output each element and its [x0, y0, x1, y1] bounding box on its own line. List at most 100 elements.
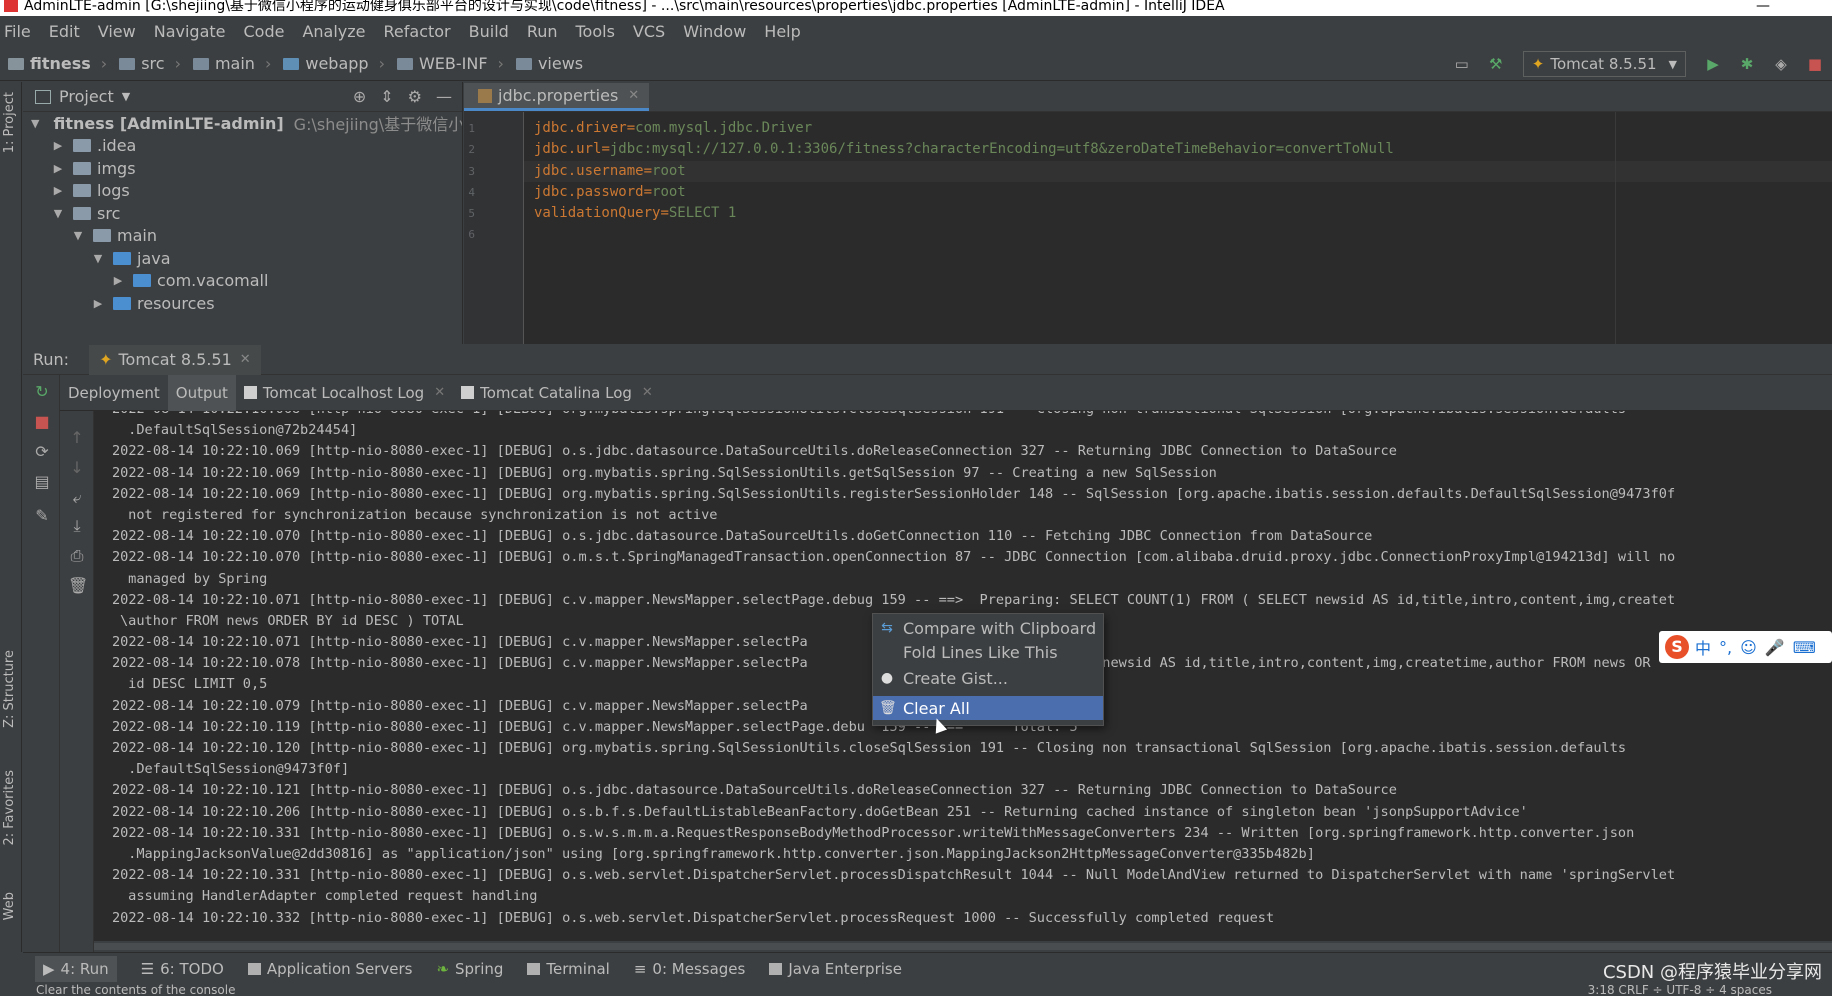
breadcrumb-main[interactable]: main ›	[192, 54, 271, 73]
menu-item-clear-all[interactable]: 🗑 Clear All	[873, 696, 1103, 720]
menu-code[interactable]: Code	[244, 22, 285, 41]
tree-item[interactable]: ▼ java	[23, 247, 462, 270]
menu-file[interactable]: File	[4, 22, 31, 41]
close-icon[interactable]: ✕	[628, 88, 639, 103]
menu-run[interactable]: Run	[527, 22, 558, 41]
tree-item[interactable]: ▶ .idea	[23, 135, 462, 158]
minimize-button[interactable]: —	[1748, 0, 1778, 13]
tool-button-spring[interactable]: ❧ Spring	[436, 960, 503, 978]
menu-edit[interactable]: Edit	[49, 22, 80, 41]
menu-build[interactable]: Build	[469, 22, 509, 41]
chevron-right-icon[interactable]: ▶	[51, 162, 65, 175]
chevron-down-icon[interactable]: ▼	[31, 117, 39, 130]
arrow-up-icon[interactable]: ↑	[68, 429, 86, 447]
ime-microphone-icon[interactable]: 🎤	[1765, 638, 1785, 657]
ime-keyboard-icon[interactable]: ⌨	[1793, 638, 1816, 657]
stop-icon[interactable]: ■	[33, 413, 51, 431]
tree-item[interactable]: ▶ imgs	[23, 157, 462, 180]
tool-button-java-enterprise[interactable]: Java Enterprise	[769, 960, 902, 978]
breadcrumb-src[interactable]: src ›	[119, 54, 181, 73]
web-tool-button[interactable]: Web	[2, 892, 17, 920]
chevron-down-icon[interactable]: ▼	[51, 207, 65, 220]
coverage-icon[interactable]: ◈	[1770, 53, 1792, 75]
close-icon[interactable]: ✕	[434, 385, 445, 400]
menu-analyze[interactable]: Analyze	[302, 22, 365, 41]
arrow-down-icon[interactable]: ↓	[68, 459, 86, 477]
menu-view[interactable]: View	[98, 22, 136, 41]
menu-vcs[interactable]: VCS	[633, 22, 665, 41]
tree-item[interactable]: ▼ src	[23, 202, 462, 225]
tab-jdbc-properties[interactable]: jdbc.properties ✕	[464, 83, 650, 111]
project-view-selector[interactable]: Project	[59, 87, 114, 106]
breadcrumb-web-inf[interactable]: WEB-INF ›	[396, 54, 504, 73]
build-hammer-icon[interactable]: ⚒	[1485, 53, 1507, 75]
menu-help[interactable]: Help	[764, 22, 800, 41]
debug-icon[interactable]: ✱	[1736, 53, 1758, 75]
chevron-down-icon[interactable]: ▼	[91, 252, 105, 265]
code-area[interactable]: jdbc.driver=com.mysql.jdbc.Driver jdbc.ur…	[524, 112, 1832, 344]
update-icon[interactable]: ⟳	[33, 443, 51, 461]
run-icon[interactable]: ▶	[1702, 53, 1724, 75]
code-line[interactable]: jdbc.url=jdbc:mysql://127.0.0.1:3306/fit…	[524, 139, 1832, 160]
project-tool-button[interactable]: 1: Project	[2, 92, 17, 153]
chevron-right-icon[interactable]: ▶	[111, 274, 125, 287]
tool-button-application-servers[interactable]: Application Servers	[247, 960, 412, 978]
sogou-logo-icon[interactable]: S	[1665, 635, 1689, 659]
tree-item[interactable]: ▼ main	[23, 225, 462, 248]
chevron-right-icon[interactable]: ▶	[51, 139, 65, 152]
print-icon[interactable]: ⎙	[68, 547, 86, 565]
tree-item[interactable]: ▶ resources	[23, 292, 462, 315]
collapse-all-icon[interactable]: ⇕	[380, 87, 393, 106]
structure-tool-button[interactable]: Z: Structure	[2, 650, 17, 728]
close-icon[interactable]: ✕	[642, 385, 653, 400]
layout-icon[interactable]: ▤	[33, 473, 51, 491]
chevron-right-icon[interactable]: ▶	[91, 297, 105, 310]
stop-icon[interactable]: ■	[1804, 53, 1826, 75]
pin-icon[interactable]: ✎	[33, 507, 51, 525]
menu-navigate[interactable]: Navigate	[154, 22, 226, 41]
gear-icon[interactable]: ⚙	[408, 87, 422, 106]
project-structure-icon[interactable]: ▭	[1451, 53, 1473, 75]
hide-icon[interactable]: —	[436, 87, 452, 106]
ime-punctuation-icon[interactable]: °,	[1719, 638, 1732, 657]
close-icon[interactable]: ✕	[240, 352, 251, 367]
code-line[interactable]	[524, 224, 1832, 245]
run-configuration-dropdown[interactable]: ✦ Tomcat 8.5.51 ▼	[1522, 51, 1686, 77]
breadcrumb-fitness[interactable]: fitness ›	[8, 54, 107, 73]
chevron-right-icon[interactable]: ▶	[51, 184, 65, 197]
favorites-tool-button[interactable]: 2: Favorites	[2, 770, 17, 846]
ime-emoji-icon[interactable]: ☺	[1740, 638, 1757, 657]
menu-tools[interactable]: Tools	[576, 22, 615, 41]
subtab-deployment[interactable]: Deployment	[60, 375, 168, 411]
menu-window[interactable]: Window	[683, 22, 746, 41]
chevron-down-icon[interactable]: ▼	[122, 90, 130, 103]
ime-chinese-toggle[interactable]: 中	[1695, 635, 1711, 659]
subtab-tomcat-localhost-log[interactable]: Tomcat Localhost Log ✕	[236, 375, 453, 411]
menu-item-fold-lines[interactable]: Fold Lines Like This	[873, 640, 1103, 664]
code-line[interactable]: validationQuery=SELECT 1	[524, 203, 1832, 224]
breadcrumb-webapp[interactable]: webapp ›	[283, 54, 385, 73]
subtab-tomcat-catalina-log[interactable]: Tomcat Catalina Log ✕	[453, 375, 661, 411]
menu-item-compare-with-clipboard[interactable]: ⇆ Compare with Clipboard	[873, 616, 1103, 640]
run-tab-tomcat[interactable]: ✦ Tomcat 8.5.51 ✕	[89, 344, 261, 375]
locate-icon[interactable]: ⊕	[353, 87, 366, 106]
subtab-output[interactable]: Output	[167, 374, 236, 411]
tree-item[interactable]: ▼ fitness [AdminLTE-admin] G:\shejiing\基于微…	[23, 112, 462, 135]
menu-refactor[interactable]: Refactor	[384, 22, 451, 41]
rerun-icon[interactable]: ↻	[33, 383, 51, 401]
trash-icon[interactable]: 🗑	[68, 577, 88, 595]
scroll-to-end-icon[interactable]: ⤓	[68, 517, 86, 535]
tree-item[interactable]: ▶ logs	[23, 180, 462, 203]
tree-item[interactable]: ▶ com.vacomall	[23, 270, 462, 293]
code-line[interactable]: jdbc.driver=com.mysql.jdbc.Driver	[524, 118, 1832, 139]
tool-button-todo[interactable]: ☰ 6: TODO	[141, 960, 224, 978]
breadcrumb-views[interactable]: views	[515, 54, 583, 73]
chevron-down-icon[interactable]: ▼	[71, 229, 85, 242]
soft-wrap-icon[interactable]: ⤶	[68, 489, 86, 507]
tool-button-messages[interactable]: ≡ 0: Messages	[634, 960, 746, 978]
tool-button-terminal[interactable]: Terminal	[527, 960, 610, 978]
tool-button-run[interactable]: ▶ 4: Run	[35, 955, 117, 982]
code-line[interactable]: jdbc.password=root	[524, 182, 1832, 203]
code-line[interactable]: jdbc.username=root	[524, 160, 1832, 182]
menu-item-create-gist[interactable]: ● Create Gist...	[873, 666, 1103, 690]
